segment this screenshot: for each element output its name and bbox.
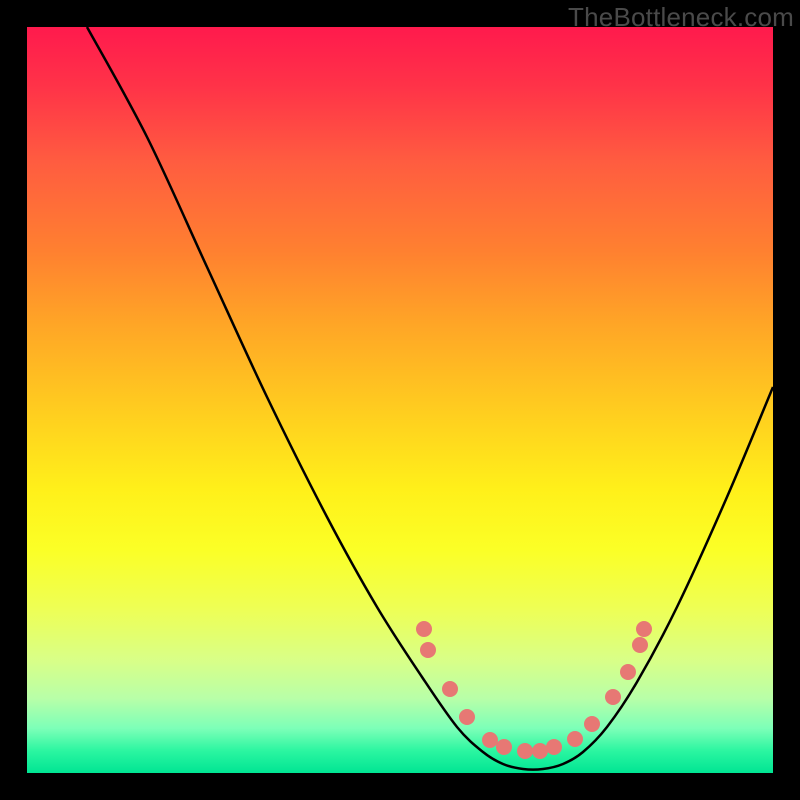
data-point-marker [605,689,621,705]
data-point-marker [459,709,475,725]
data-point-marker [496,739,512,755]
data-point-marker [482,732,498,748]
chart-plot-area [27,27,773,773]
data-point-marker [442,681,458,697]
data-point-marker [420,642,436,658]
data-point-marker [416,621,432,637]
data-point-marker [517,743,533,759]
bottleneck-curve-line [87,27,773,770]
data-point-marker [584,716,600,732]
data-point-marker [632,637,648,653]
data-point-marker [567,731,583,747]
data-point-marker [546,739,562,755]
data-point-marker [636,621,652,637]
bottleneck-chart-svg [27,27,773,773]
data-point-marker [532,743,548,759]
watermark-label: TheBottleneck.com [568,2,794,33]
data-point-marker [620,664,636,680]
bottleneck-data-points [416,621,652,759]
